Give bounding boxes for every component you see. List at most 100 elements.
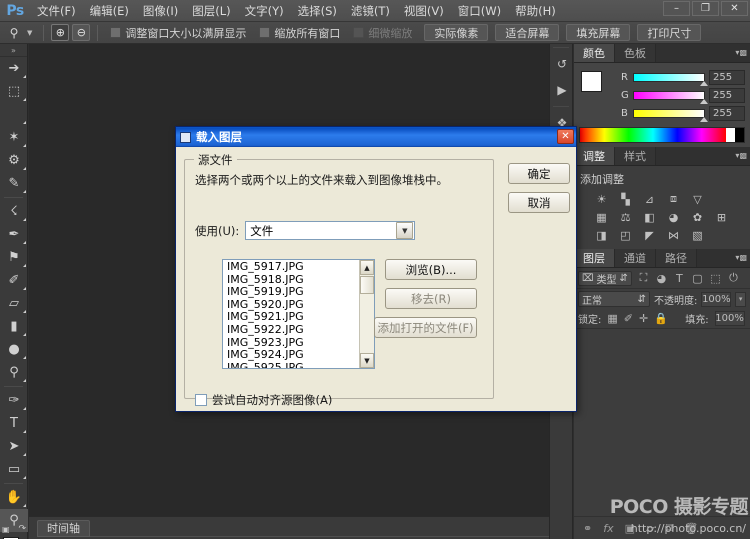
eraser-tool[interactable]: ▱ xyxy=(0,292,28,315)
new-layer-icon[interactable]: ⧉ xyxy=(665,521,673,535)
minimize-button[interactable]: – xyxy=(663,1,690,16)
magic-wand-tool[interactable]: ✶ xyxy=(0,126,28,149)
list-item[interactable]: IMG_5924.JPG xyxy=(223,349,359,362)
color-spectrum-ramp[interactable] xyxy=(579,127,745,143)
chevron-down-icon[interactable]: ▼ xyxy=(396,222,413,239)
brush-tool[interactable]: ✒ xyxy=(0,223,28,246)
type-tool[interactable]: T xyxy=(0,412,28,435)
scroll-down-icon[interactable]: ▼ xyxy=(360,353,374,368)
filter-type-icon[interactable]: T xyxy=(673,272,686,285)
color-swatches[interactable]: ▣ ↷ xyxy=(0,535,28,539)
layer-style-fx-icon[interactable]: fx xyxy=(603,522,613,535)
healing-brush-tool[interactable]: ☇ xyxy=(0,200,28,223)
blue-value[interactable]: 255 xyxy=(709,106,745,121)
fit-screen-button[interactable]: 适合屏幕 xyxy=(495,24,559,41)
dodge-tool[interactable]: ⚲ xyxy=(0,361,28,384)
red-slider[interactable] xyxy=(633,73,705,82)
panel-menu-icon[interactable]: ▾▩ xyxy=(735,48,747,57)
scrollbar-track[interactable] xyxy=(360,294,374,353)
zoom-all-windows-checkbox[interactable]: 缩放所有窗口 xyxy=(259,25,340,41)
clone-stamp-tool[interactable]: ⚑ xyxy=(0,246,28,269)
tab-swatches[interactable]: 色板 xyxy=(615,44,656,62)
panel-menu-icon[interactable]: ▾▩ xyxy=(735,151,747,160)
red-value[interactable]: 255 xyxy=(709,70,745,85)
actions-play-icon[interactable]: ▶ xyxy=(550,77,574,103)
tab-color[interactable]: 颜色 xyxy=(574,44,615,62)
green-slider[interactable] xyxy=(633,91,705,100)
tab-styles[interactable]: 样式 xyxy=(615,147,656,165)
use-select[interactable]: 文件 ▼ xyxy=(245,221,415,240)
menu-window[interactable]: 窗口(W) xyxy=(451,0,508,22)
file-list-scrollbar[interactable]: ▲ ▼ xyxy=(359,260,374,368)
hue-saturation-icon[interactable]: ▦ xyxy=(594,210,609,224)
blue-slider-thumb[interactable] xyxy=(700,117,708,122)
zoom-tool-icon[interactable]: ⚲ xyxy=(4,24,24,42)
color-panel-swatches[interactable] xyxy=(581,71,615,103)
close-icon[interactable]: ✕ xyxy=(557,129,574,144)
menu-file[interactable]: 文件(F) xyxy=(30,0,83,22)
cancel-button[interactable]: 取消 xyxy=(508,192,570,213)
red-slider-thumb[interactable] xyxy=(700,81,708,86)
invert-icon[interactable]: ◨ xyxy=(594,228,609,242)
menu-edit[interactable]: 编辑(E) xyxy=(83,0,136,22)
menu-view[interactable]: 视图(V) xyxy=(397,0,451,22)
filter-type-select[interactable]: ⌧ 类型 ⇵ xyxy=(578,271,632,286)
new-group-icon[interactable]: ▱ xyxy=(646,522,654,535)
panel-menu-icon[interactable]: ▾▩ xyxy=(735,253,747,262)
auto-align-checkbox[interactable] xyxy=(195,394,207,406)
exposure-icon[interactable]: ⧈ xyxy=(666,192,681,206)
tab-channels[interactable]: 通道 xyxy=(615,249,656,267)
auto-align-checkbox-row[interactable]: 尝试自动对齐源图像(A) xyxy=(195,392,332,408)
filter-smart-icon[interactable]: ⬚ xyxy=(709,272,722,285)
lock-transparency-icon[interactable]: ▦ xyxy=(607,312,617,325)
filter-adjustment-icon[interactable]: ◕ xyxy=(655,272,668,285)
lasso-tool[interactable]: ⑒ xyxy=(0,103,28,126)
timeline-panel-tab[interactable]: 时间轴 xyxy=(37,520,90,537)
tab-paths[interactable]: 路径 xyxy=(656,249,697,267)
green-slider-thumb[interactable] xyxy=(700,99,708,104)
list-item[interactable]: IMG_5919.JPG xyxy=(223,286,359,299)
history-icon[interactable]: ↺ xyxy=(550,51,574,77)
spinner-icon[interactable]: ⇵ xyxy=(620,273,628,284)
remove-button[interactable]: 移去(R) xyxy=(385,288,477,309)
filter-power-icon[interactable]: ⏻ xyxy=(727,271,740,285)
photo-filter-icon[interactable]: ◕ xyxy=(666,210,681,224)
tool-preset-chevron-icon[interactable]: ▼ xyxy=(27,29,32,37)
blur-tool[interactable]: ● xyxy=(0,338,28,361)
eyedropper-tool[interactable]: ✎ xyxy=(0,172,28,195)
rectangle-tool[interactable]: ▭ xyxy=(0,458,28,481)
levels-icon[interactable]: ▚ xyxy=(618,192,633,206)
default-colors-icon[interactable]: ▣ xyxy=(2,525,10,534)
channel-mixer-icon[interactable]: ✿ xyxy=(690,210,705,224)
gradient-map-icon[interactable]: ▧ xyxy=(690,228,705,242)
hand-tool[interactable]: ✋ xyxy=(0,486,28,509)
lock-position-icon[interactable]: ✛ xyxy=(639,312,648,325)
selective-color-icon[interactable]: ⋈ xyxy=(666,228,681,242)
green-value[interactable]: 255 xyxy=(709,88,745,103)
toolbar-collapse-handle[interactable]: » xyxy=(0,44,27,57)
add-open-files-button[interactable]: 添加打开的文件(F) xyxy=(374,317,477,338)
file-list-box[interactable]: IMG_5917.JPG IMG_5918.JPG IMG_5919.JPG I… xyxy=(222,259,375,369)
ok-button[interactable]: 确定 xyxy=(508,163,570,184)
opacity-chevron-icon[interactable]: ▾ xyxy=(735,292,746,307)
add-mask-icon[interactable]: ▣ xyxy=(625,522,635,535)
print-size-button[interactable]: 打印尺寸 xyxy=(637,24,701,41)
foreground-color-swatch[interactable] xyxy=(581,71,602,92)
scroll-up-icon[interactable]: ▲ xyxy=(360,260,374,275)
menu-type[interactable]: 文字(Y) xyxy=(238,0,291,22)
close-window-button[interactable]: ✕ xyxy=(721,1,748,16)
threshold-icon[interactable]: ◤ xyxy=(642,228,657,242)
resize-windows-checkbox[interactable]: 调整窗口大小以满屏显示 xyxy=(110,25,246,41)
fill-value[interactable]: 100% xyxy=(715,311,745,326)
opacity-value[interactable]: 100% xyxy=(701,292,731,307)
crop-tool[interactable]: ⚙ xyxy=(0,149,28,172)
fill-screen-button[interactable]: 填充屏幕 xyxy=(566,24,630,41)
color-lookup-icon[interactable]: ⊞ xyxy=(714,210,729,224)
maximize-button[interactable]: ❐ xyxy=(692,1,719,16)
gradient-tool[interactable]: ▮ xyxy=(0,315,28,338)
file-list[interactable]: IMG_5917.JPG IMG_5918.JPG IMG_5919.JPG I… xyxy=(223,260,359,368)
zoom-out-button[interactable]: ⊖ xyxy=(72,24,90,41)
path-selection-tool[interactable]: ➤ xyxy=(0,435,28,458)
menu-image[interactable]: 图像(I) xyxy=(136,0,185,22)
swap-colors-icon[interactable]: ↷ xyxy=(18,524,26,534)
